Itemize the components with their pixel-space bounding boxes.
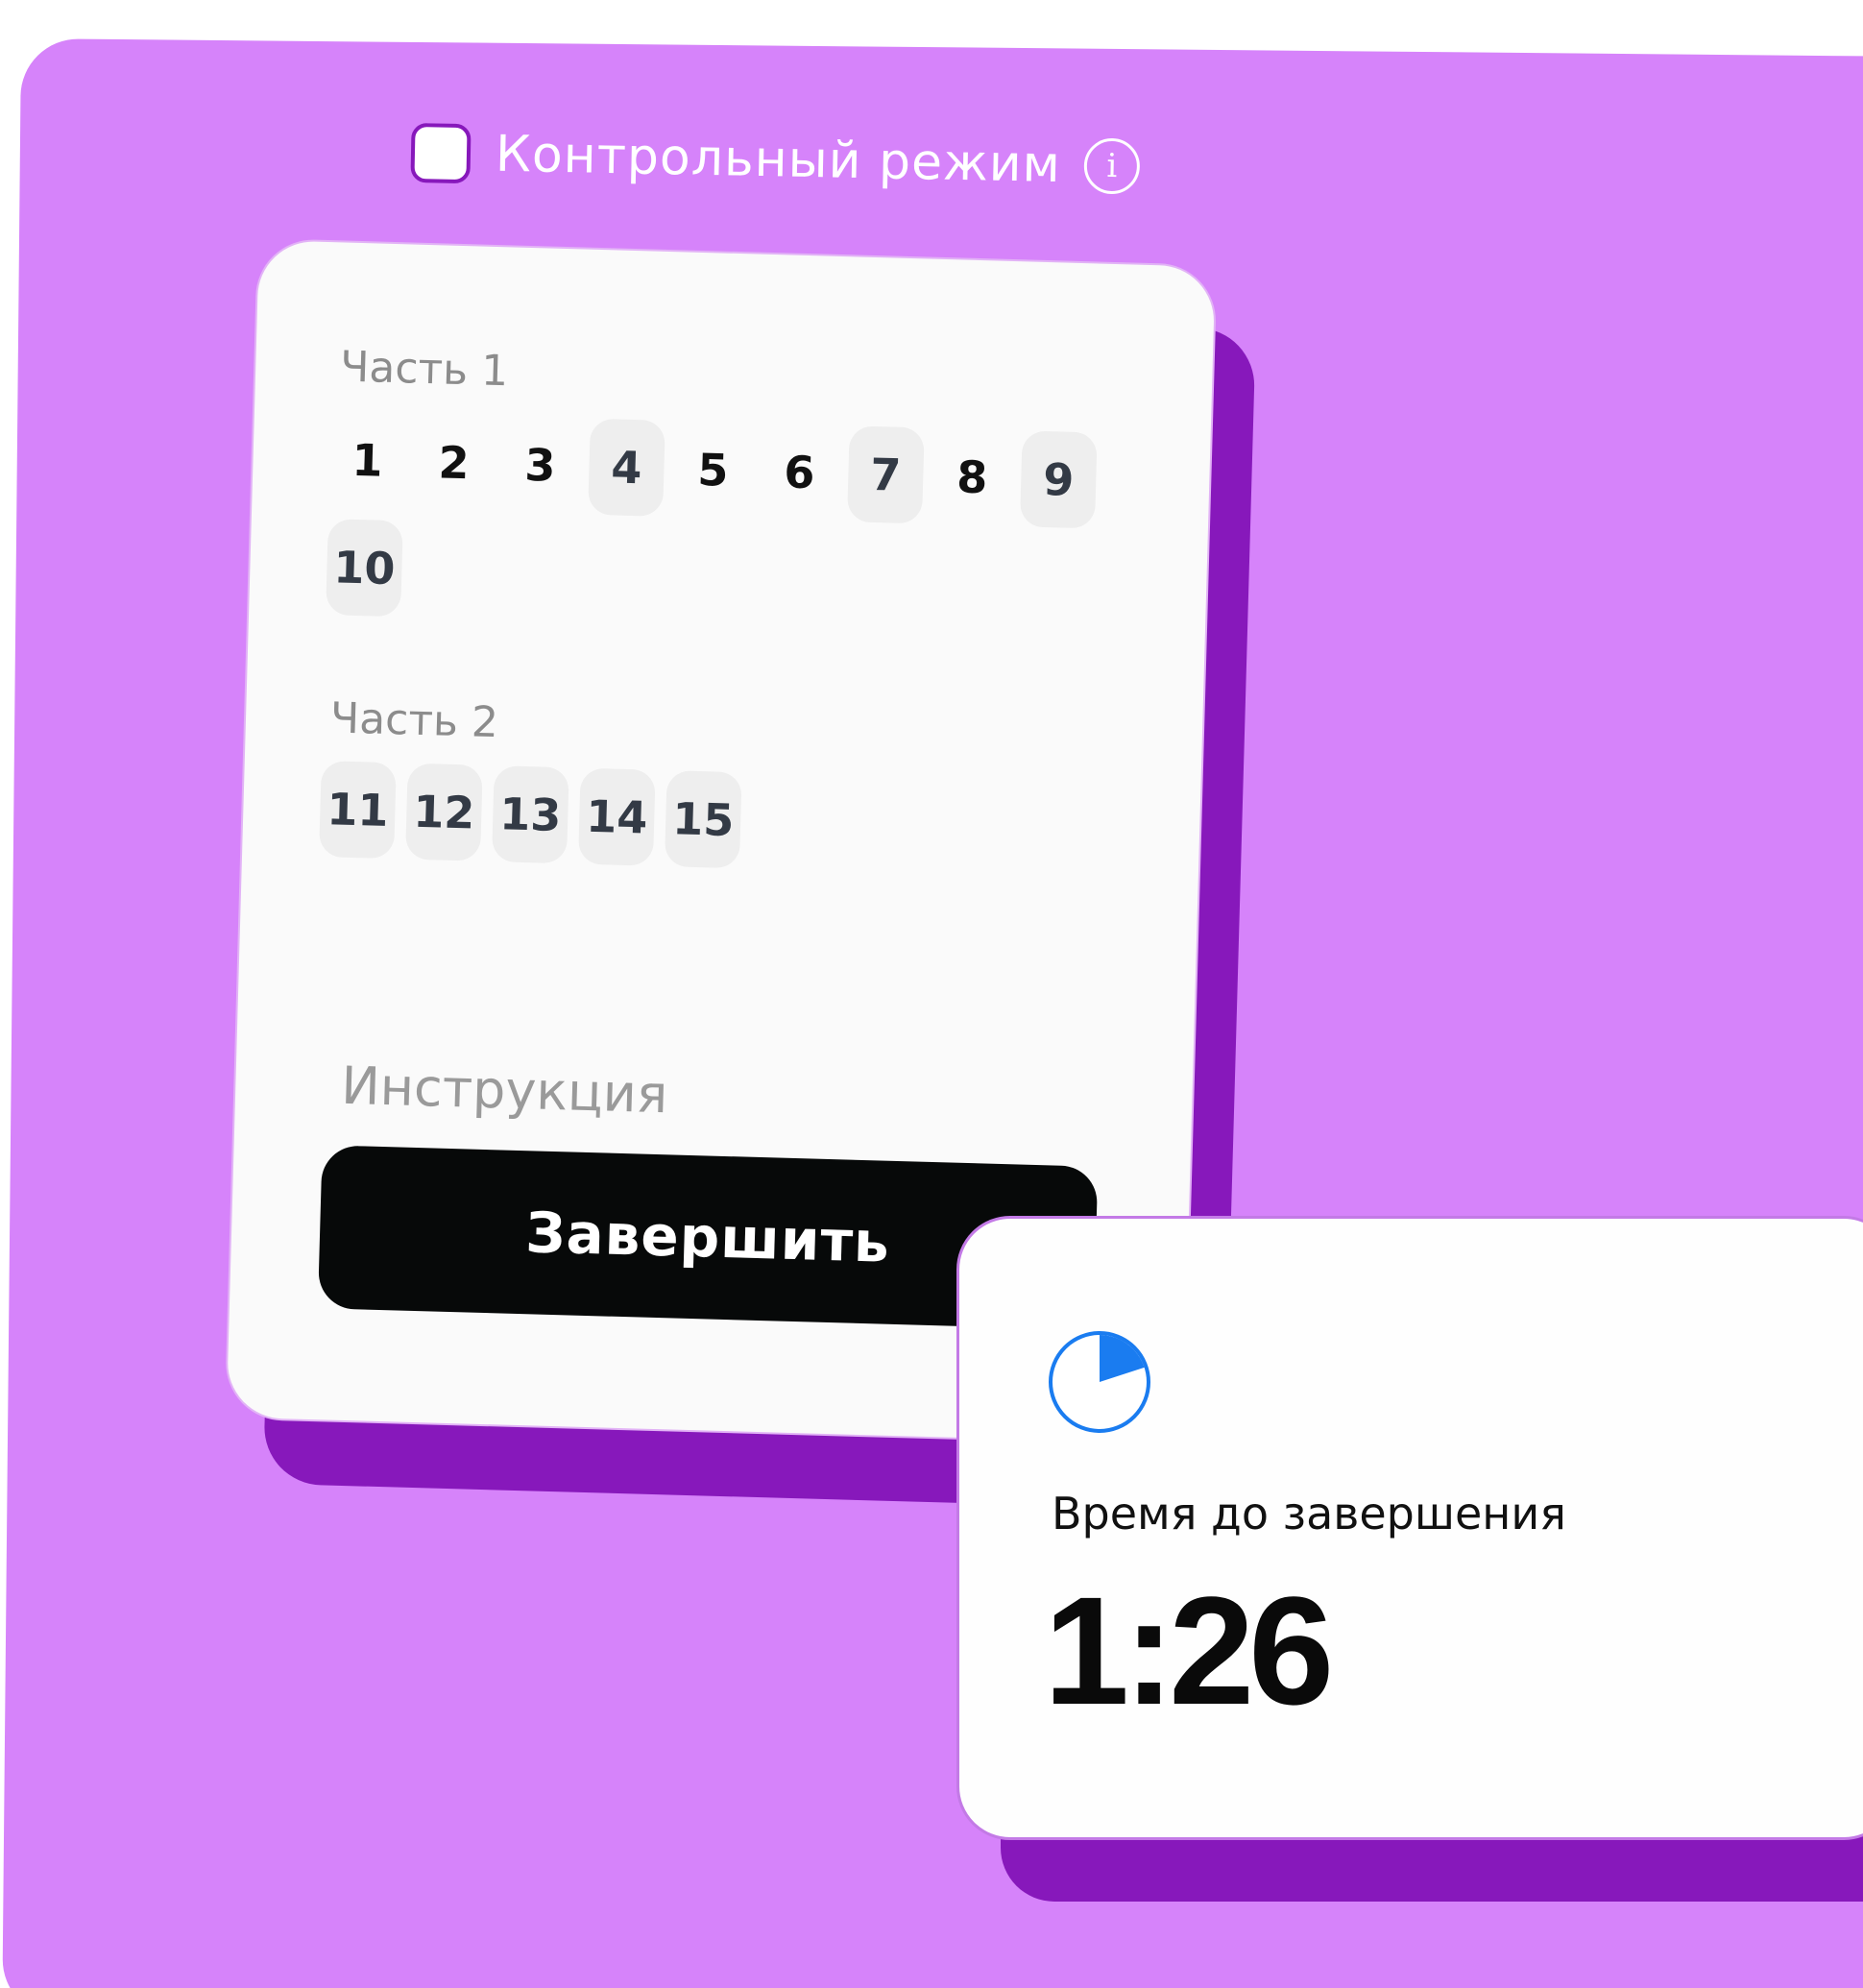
control-mode-label[interactable]: Контрольный режим — [495, 126, 1061, 194]
part-1-title: Часть 1 — [339, 342, 509, 397]
question-5-button[interactable]: 5 — [674, 421, 752, 519]
question-4-button[interactable]: 4 — [588, 418, 665, 517]
question-9-button[interactable]: 9 — [1019, 430, 1098, 529]
control-mode-checkbox[interactable] — [410, 123, 472, 184]
part-2-questions: 11 12 13 14 15 — [319, 761, 1108, 879]
part-2-title: Часть 2 — [329, 693, 499, 748]
timer-label: Время до завершения — [1052, 1488, 1566, 1539]
question-2-button[interactable]: 2 — [415, 414, 493, 512]
question-10-button[interactable]: 10 — [326, 519, 403, 618]
part-1-questions: 1 2 3 4 5 6 7 8 9 10 — [326, 411, 1119, 637]
question-1-button[interactable]: 1 — [328, 411, 406, 509]
question-6-button[interactable]: 6 — [761, 424, 838, 521]
info-icon[interactable]: i — [1083, 137, 1141, 195]
timer-card: Время до завершения 1:26 — [956, 1216, 1863, 1840]
question-14-button[interactable]: 14 — [577, 767, 656, 866]
stage: Контрольный режим i Часть 1 1 2 3 4 5 6 7 8 9 10 … — [0, 0, 1863, 1988]
instruction-link[interactable]: Инструкция — [341, 1055, 669, 1125]
question-12-button[interactable]: 12 — [405, 763, 483, 861]
question-11-button[interactable]: 11 — [319, 761, 397, 860]
question-15-button[interactable]: 15 — [664, 770, 742, 869]
question-3-button[interactable]: 3 — [501, 416, 579, 514]
question-13-button[interactable]: 13 — [491, 765, 569, 864]
timer-pie-icon — [1049, 1331, 1150, 1433]
timer-value: 1:26 — [1044, 1564, 1334, 1736]
question-7-button[interactable]: 7 — [846, 425, 925, 524]
question-8-button[interactable]: 8 — [933, 428, 1011, 526]
